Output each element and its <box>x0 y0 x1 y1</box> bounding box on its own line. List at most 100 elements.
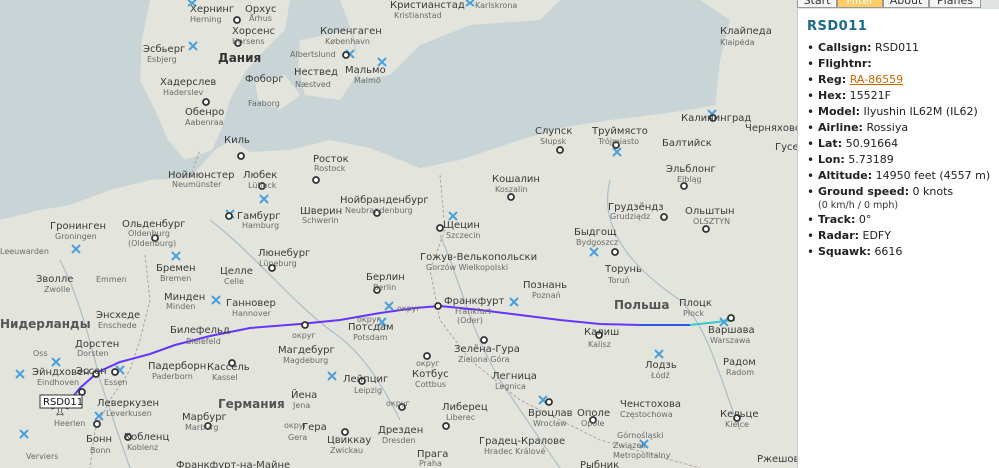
svg-text:Gorzów Wielkopolski: Gorzów Wielkopolski <box>426 262 508 272</box>
svg-text:Ганновер: Ганновер <box>226 298 276 309</box>
flight-details-list: Callsign: RSD011 Flightnr: Reg: RA-86559… <box>807 40 999 260</box>
svg-text:Фоборг: Фоборг <box>245 74 284 85</box>
svg-text:Leverkusen: Leverkusen <box>106 409 152 418</box>
svg-text:Radom: Radom <box>726 368 754 377</box>
svg-text:Albertslund: Albertslund <box>290 50 336 59</box>
svg-text:Frankfurt: Frankfurt <box>455 307 491 316</box>
svg-text:Лодзь: Лодзь <box>645 360 677 371</box>
svg-text:Щецин: Щецин <box>443 220 480 231</box>
svg-text:Magdeburg: Magdeburg <box>283 356 328 365</box>
svg-text:Verviers: Verviers <box>26 452 58 461</box>
svg-text:Warszawa: Warszawa <box>710 336 750 345</box>
svg-text:Франкфурт: Франкфурт <box>444 296 504 307</box>
svg-text:Trójmiasto: Trójmiasto <box>597 136 639 146</box>
svg-text:Łódź: Łódź <box>650 370 670 380</box>
svg-text:København: København <box>325 37 370 46</box>
svg-text:округ: округ <box>357 315 381 324</box>
svg-text:Вроцлав: Вроцлав <box>528 408 573 419</box>
svg-text:Эсбьерг: Эсбьерг <box>143 44 185 55</box>
svg-text:Кассель: Кассель <box>207 362 250 373</box>
svg-text:Zwickau: Zwickau <box>330 446 363 455</box>
flight-map[interactable]: Хернинг Herning Орхус Århus Хорсенс Hors… <box>0 0 797 468</box>
svg-text:Ополе: Ополе <box>577 408 610 419</box>
svg-text:Emmen: Emmen <box>96 275 127 284</box>
svg-text:Падерборн: Падерборн <box>148 361 206 372</box>
svg-text:Bydgoszcz: Bydgoszcz <box>576 238 618 247</box>
svg-text:Płock: Płock <box>683 309 704 318</box>
svg-text:Hamburg: Hamburg <box>242 221 279 230</box>
tab-about[interactable]: About <box>883 0 929 8</box>
svg-text:Кристианстад: Кристианстад <box>390 0 465 11</box>
svg-text:Kalisz: Kalisz <box>588 340 611 349</box>
svg-text:Котбус: Котбус <box>412 369 449 380</box>
svg-text:Gera: Gera <box>288 433 307 442</box>
svg-text:Калининград: Калининград <box>681 113 751 124</box>
svg-text:Neubrandenburg: Neubrandenburg <box>345 206 413 215</box>
svg-text:Киль: Киль <box>224 135 250 146</box>
svg-text:Обенро: Обенро <box>185 107 224 118</box>
flight-label[interactable]: RSD011 <box>39 394 83 409</box>
detail-reg: Reg: RA-86559 <box>807 72 999 88</box>
svg-text:Франкфурт-на-Майне: Франкфурт-на-Майне <box>176 460 290 468</box>
svg-text:RSD011: RSD011 <box>43 397 83 408</box>
svg-text:Wrocław: Wrocław <box>533 419 567 428</box>
svg-text:Zielona Góra: Zielona Góra <box>458 354 510 364</box>
svg-text:Opole: Opole <box>581 419 604 428</box>
svg-text:Цвиккау: Цвиккау <box>327 435 371 446</box>
svg-text:Toruń: Toruń <box>607 276 630 285</box>
svg-text:Minden: Minden <box>166 302 195 311</box>
svg-text:Lübeck: Lübeck <box>248 181 277 190</box>
svg-text:Dorsten: Dorsten <box>77 349 109 358</box>
svg-text:Enschede: Enschede <box>98 321 137 330</box>
svg-text:Гожув-Велькопольски: Гожув-Велькопольски <box>420 252 537 263</box>
svg-text:Дрезден: Дрезден <box>378 425 423 436</box>
svg-text:Магдебург: Магдебург <box>278 345 335 356</box>
svg-text:Хадерслев: Хадерслев <box>160 77 216 88</box>
svg-text:Рыбник: Рыбник <box>580 460 619 468</box>
svg-text:Берлин: Берлин <box>366 272 405 283</box>
svg-text:Целле: Целле <box>220 266 253 277</box>
svg-text:Zwolle: Zwolle <box>44 285 70 294</box>
svg-text:округ: округ <box>292 331 316 340</box>
svg-text:Næstved: Næstved <box>295 80 331 89</box>
svg-text:Кошалин: Кошалин <box>492 174 540 185</box>
svg-text:Лейпциг: Лейпциг <box>343 374 388 385</box>
svg-text:Любек: Любек <box>243 170 277 181</box>
detail-callsign: Callsign: RSD011 <box>807 40 999 56</box>
detail-lon: Lon: 5.73189 <box>807 152 999 168</box>
svg-text:(Oder): (Oder) <box>457 316 483 325</box>
detail-altitude: Altitude: 14950 feet (4557 m) <box>807 168 999 184</box>
svg-text:Marburg: Marburg <box>185 423 218 432</box>
svg-text:Essen: Essen <box>104 378 127 387</box>
svg-text:Leeuwarden: Leeuwarden <box>0 247 49 256</box>
svg-text:Metropolitalny: Metropolitalny <box>613 451 671 460</box>
svg-text:Либерец: Либерец <box>442 402 488 413</box>
svg-text:Horsens: Horsens <box>232 37 265 46</box>
detail-model: Model: Ilyushin IL62M (IL62) <box>807 104 999 120</box>
tab-planes[interactable]: Planes <box>929 0 981 8</box>
svg-text:Potsdam: Potsdam <box>353 333 388 342</box>
svg-text:Praha: Praha <box>419 459 442 468</box>
tab-start[interactable]: Start <box>797 0 837 8</box>
svg-text:Aabenraa: Aabenraa <box>185 118 224 127</box>
svg-text:Rostock: Rostock <box>314 164 346 173</box>
svg-text:Хернинг: Хернинг <box>190 4 234 15</box>
svg-text:Heerlen: Heerlen <box>54 419 85 428</box>
map-canvas[interactable]: Хернинг Herning Орхус Århus Хорсенс Hors… <box>0 0 797 468</box>
svg-text:Związek: Związek <box>613 441 646 450</box>
detail-track: Track: 0° <box>807 212 999 228</box>
svg-text:Мальмо: Мальмо <box>345 65 386 76</box>
svg-text:Бонн: Бонн <box>86 434 112 445</box>
svg-text:Hannover: Hannover <box>232 309 272 318</box>
registration-link[interactable]: RA-86559 <box>850 73 903 86</box>
svg-text:Бремен: Бремен <box>156 263 196 274</box>
tab-filter[interactable]: Filter <box>837 0 883 8</box>
svg-text:Эссен: Эссен <box>76 366 107 377</box>
svg-text:Szczecin: Szczecin <box>446 231 481 240</box>
svg-text:Faaborg: Faaborg <box>248 99 280 108</box>
svg-text:округ: округ <box>416 359 440 368</box>
detail-squawk: Squawk: 6616 <box>807 244 999 260</box>
svg-text:Karlskrona: Karlskrona <box>475 1 517 10</box>
svg-text:Jena: Jena <box>292 401 310 410</box>
svg-text:Клайпеда: Клайпеда <box>720 26 772 37</box>
